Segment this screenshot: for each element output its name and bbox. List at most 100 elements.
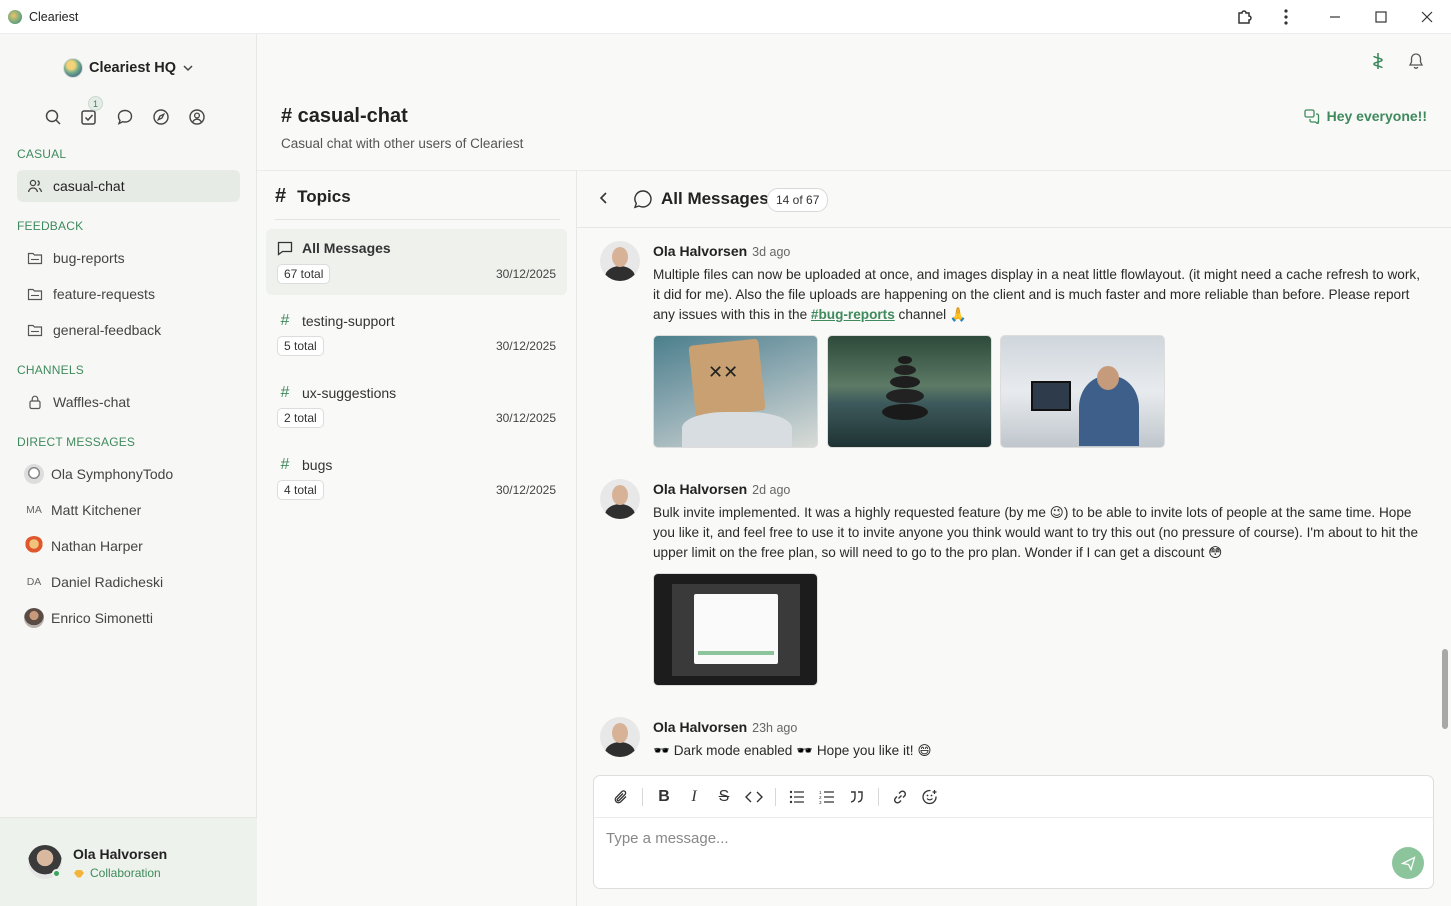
dialog-button-shape xyxy=(698,651,774,655)
sidebar: Cleariest HQ 1 CASUAL casual-chat FEEDBA… xyxy=(0,34,257,906)
topic-date: 30/12/2025 xyxy=(495,339,556,353)
channel-link-bug-reports[interactable]: #bug-reports xyxy=(811,307,895,322)
avatar[interactable] xyxy=(600,241,640,281)
avatar xyxy=(24,464,44,484)
divider xyxy=(878,787,879,806)
author-name: Ola Halvorsen xyxy=(653,243,748,259)
topic-name: bugs xyxy=(302,457,333,473)
dm-name: Nathan Harper xyxy=(51,538,143,554)
messages-scrollbar[interactable] xyxy=(1442,649,1448,729)
close-button[interactable] xyxy=(1404,0,1450,34)
back-chevron-icon[interactable] xyxy=(597,188,611,213)
section-direct-messages: DIRECT MESSAGES xyxy=(17,435,136,449)
link-icon[interactable] xyxy=(885,782,915,812)
dm-item-nathan-harper[interactable]: Nathan Harper xyxy=(17,530,240,562)
message-author[interactable]: Ola Halvorsen 2d ago xyxy=(653,481,790,497)
compass-icon[interactable] xyxy=(152,108,170,126)
topic-name-row: # testing-support xyxy=(277,312,395,330)
sad-face-glyph: ✕✕ xyxy=(708,362,739,382)
minimize-button[interactable] xyxy=(1312,0,1358,34)
tasks-icon[interactable]: 1 xyxy=(80,96,103,126)
extensions-icon[interactable] xyxy=(1222,0,1268,34)
sidebar-item-bug-reports[interactable]: bug-reports xyxy=(17,242,240,274)
topic-name-row: # ux-suggestions xyxy=(277,384,397,402)
message-author[interactable]: Ola Halvorsen 23h ago xyxy=(653,719,797,735)
divider xyxy=(775,787,776,806)
italic-icon[interactable]: I xyxy=(679,782,709,812)
message-time: 2d ago xyxy=(752,483,791,497)
message-author[interactable]: Ola Halvorsen 3d ago xyxy=(653,243,790,259)
sidebar-item-casual-chat[interactable]: casual-chat xyxy=(17,170,240,202)
dm-item-daniel-radicheski[interactable]: DA Daniel Radicheski xyxy=(17,566,240,598)
topic-item-ux-suggestions[interactable]: # ux-suggestions 2 total 30/12/2025 xyxy=(266,373,567,439)
ai-sparkle-icon[interactable] xyxy=(1368,51,1388,71)
divider xyxy=(275,219,560,220)
message-square-icon xyxy=(277,241,293,256)
send-button[interactable] xyxy=(1392,847,1424,879)
current-user-panel[interactable]: Ola Halvorsen Collaboration xyxy=(0,817,257,906)
folder-icon xyxy=(17,286,53,302)
image-attachment-stacked-stones[interactable] xyxy=(827,335,992,448)
message-composer: B I S 123 Type a message... xyxy=(593,775,1434,889)
author-name: Ola Halvorsen xyxy=(653,481,748,497)
topic-item-bugs[interactable]: # bugs 4 total 30/12/2025 xyxy=(266,445,567,511)
user-status[interactable]: Collaboration xyxy=(73,866,161,880)
current-user-name: Ola Halvorsen xyxy=(73,846,168,862)
app-logo-icon xyxy=(8,9,22,24)
topic-name: testing-support xyxy=(302,313,395,329)
strikethrough-icon[interactable]: S xyxy=(709,782,739,812)
user-status-label: Collaboration xyxy=(90,866,161,880)
pinned-topic-link[interactable]: Hey everyone!! xyxy=(1303,108,1427,124)
dm-item-enrico-simonetti[interactable]: Enrico Simonetti xyxy=(17,602,240,634)
handshake-icon xyxy=(74,869,84,877)
message-input[interactable]: Type a message... xyxy=(606,830,729,847)
maximize-button[interactable] xyxy=(1358,0,1404,34)
channel-description: Casual chat with other users of Clearies… xyxy=(281,136,524,151)
channel-title: # casual-chat xyxy=(281,105,408,127)
topic-item-all-messages[interactable]: All Messages 67 total 30/12/2025 xyxy=(266,229,567,295)
chat-bubble-icon[interactable] xyxy=(116,108,134,126)
more-options-icon[interactable] xyxy=(1263,0,1309,34)
sidebar-item-label: general-feedback xyxy=(53,322,162,338)
dm-name: Daniel Radicheski xyxy=(51,574,164,590)
dm-name: Matt Kitchener xyxy=(51,502,142,518)
pinned-topic-label: Hey everyone!! xyxy=(1326,108,1427,124)
title-bar: Cleariest xyxy=(0,0,1451,34)
messages-panel: All Messages 14 of 67 Ola Halvorsen 3d ag… xyxy=(577,170,1451,906)
topic-item-testing-support[interactable]: # testing-support 5 total 30/12/2025 xyxy=(266,301,567,367)
avatar xyxy=(24,536,44,556)
bold-icon[interactable]: B xyxy=(649,782,679,812)
image-attachment-office-stress[interactable] xyxy=(1000,335,1165,448)
workspace-switcher[interactable]: Cleariest HQ xyxy=(0,58,257,78)
topics-panel: # Topics All Messages 67 total 30/12/202… xyxy=(257,170,577,906)
code-icon[interactable] xyxy=(739,782,769,812)
author-name: Ola Halvorsen xyxy=(653,719,748,735)
notifications-bell-icon[interactable] xyxy=(1406,51,1426,71)
emoji-add-icon[interactable] xyxy=(915,782,945,812)
image-attachment-masked-figure[interactable]: ✕✕ xyxy=(653,335,818,448)
folder-icon xyxy=(17,322,53,338)
avatar[interactable] xyxy=(600,479,640,519)
stone-shape xyxy=(894,365,916,375)
search-icon[interactable] xyxy=(44,108,62,126)
hoodie-shape xyxy=(682,412,792,447)
avatar[interactable] xyxy=(600,717,640,757)
attach-icon[interactable] xyxy=(606,782,636,812)
head-shape xyxy=(1097,366,1119,390)
profile-icon[interactable] xyxy=(188,108,206,126)
dm-name: Ola SymphonyTodo xyxy=(51,466,174,482)
topic-name-row: All Messages xyxy=(277,240,391,256)
sidebar-item-waffles-chat[interactable]: Waffles-chat xyxy=(17,386,240,418)
bullet-list-icon[interactable] xyxy=(782,782,812,812)
workspace-name: Cleariest HQ xyxy=(88,60,177,76)
image-attachment-invite-dialog[interactable] xyxy=(653,573,818,686)
quote-icon[interactable] xyxy=(842,782,872,812)
dm-item-matt-kitchener[interactable]: MA Matt Kitchener xyxy=(17,494,240,526)
sidebar-item-general-feedback[interactable]: general-feedback xyxy=(17,314,240,346)
topic-name: All Messages xyxy=(302,240,391,256)
topic-date: 30/12/2025 xyxy=(495,411,556,425)
sidebar-item-feature-requests[interactable]: feature-requests xyxy=(17,278,240,310)
message-text: 🕶️ Dark mode enabled 🕶️ Hope you like it… xyxy=(653,743,932,758)
dm-item-ola-symphonytodo[interactable]: Ola SymphonyTodo xyxy=(17,458,240,490)
numbered-list-icon[interactable]: 123 xyxy=(812,782,842,812)
